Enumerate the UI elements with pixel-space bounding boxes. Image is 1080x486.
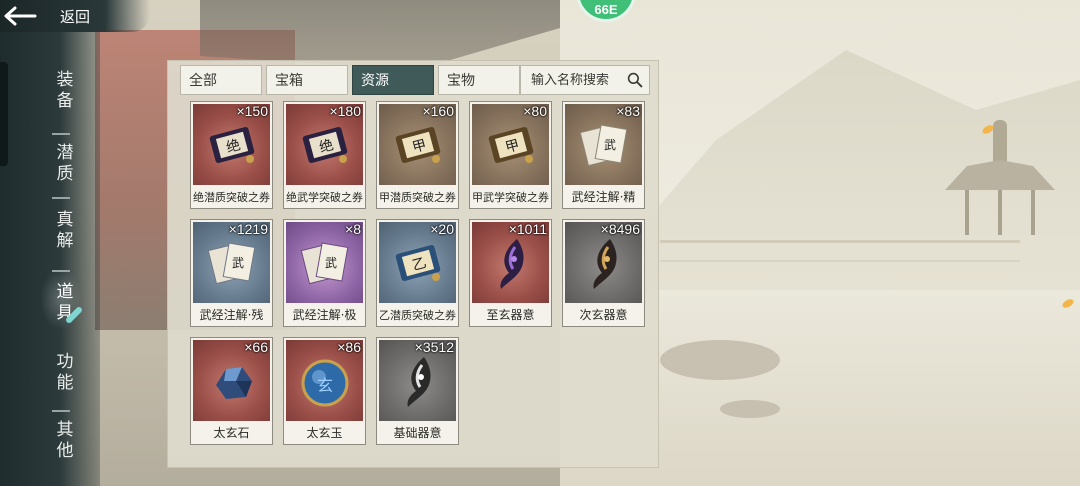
item-quantity: ×3512: [414, 339, 454, 355]
svg-text:武: 武: [325, 256, 337, 270]
item-slot[interactable]: 武 ×1219 武经注解·残: [190, 219, 273, 327]
nav-item-potential[interactable]: 潜质: [52, 143, 78, 185]
item-quantity: ×83: [616, 103, 640, 119]
nav-divider: [52, 270, 70, 272]
item-name: 武经注解·极: [284, 305, 365, 326]
item-slot[interactable]: ×1011 至玄器意: [469, 219, 552, 327]
item-quantity: ×160: [422, 103, 454, 119]
nav-item-equipment[interactable]: 装备: [52, 70, 78, 112]
item-quantity: ×1219: [228, 221, 268, 237]
back-arrow-icon: [0, 0, 40, 32]
tab-all[interactable]: 全部: [180, 65, 262, 95]
item-slot[interactable]: 甲 ×80 甲武学突破之券: [469, 101, 552, 209]
item-name: 甲潜质突破之券: [377, 187, 458, 208]
nav-item-true-solution[interactable]: 真解: [52, 210, 78, 252]
search-icon[interactable]: [627, 70, 643, 90]
item-quantity: ×150: [236, 103, 268, 119]
item-name: 次玄器意: [563, 305, 644, 326]
item-slot[interactable]: 玄 ×86 太玄玉: [283, 337, 366, 445]
svg-text:武: 武: [604, 138, 616, 152]
item-quantity: ×8: [345, 221, 361, 237]
tab-resources[interactable]: 资源: [352, 65, 434, 95]
side-nav: [0, 0, 100, 486]
search-input[interactable]: [531, 72, 627, 88]
nav-divider: [52, 410, 70, 412]
tab-treasures[interactable]: 宝物: [438, 65, 520, 95]
item-name: 甲武学突破之券: [470, 187, 551, 208]
item-slot[interactable]: ×3512 基础器意: [376, 337, 459, 445]
item-quantity: ×20: [430, 221, 454, 237]
item-quantity: ×86: [337, 339, 361, 355]
item-slot[interactable]: ×66 太玄石: [190, 337, 273, 445]
background-pavilion: [945, 120, 1055, 240]
item-quantity: ×66: [244, 339, 268, 355]
item-name: 至玄器意: [470, 305, 551, 326]
item-name: 太玄石: [191, 423, 272, 444]
item-slot[interactable]: 武 ×8 武经注解·极: [283, 219, 366, 327]
nav-divider: [52, 133, 70, 135]
background-rock: [660, 340, 780, 380]
item-quantity: ×180: [329, 103, 361, 119]
item-slot[interactable]: 甲 ×160 甲潜质突破之券: [376, 101, 459, 209]
tab-chests[interactable]: 宝箱: [266, 65, 348, 95]
item-slot[interactable]: ×8496 次玄器意: [562, 219, 645, 327]
item-quantity: ×80: [523, 103, 547, 119]
nav-item-other[interactable]: 其他: [52, 420, 78, 462]
item-quantity: ×1011: [508, 221, 547, 237]
search-box: [520, 65, 650, 95]
item-name: 绝潜质突破之券: [191, 187, 272, 208]
inventory-panel: 全部 宝箱 资源 宝物 绝 ×150 绝潜质突破之券: [167, 60, 659, 468]
nav-divider: [52, 197, 70, 199]
item-name: 太玄玉: [284, 423, 365, 444]
item-quantity: ×8496: [600, 221, 640, 237]
background-rock: [720, 400, 780, 418]
svg-text:武: 武: [232, 256, 244, 270]
category-tabs: 全部 宝箱 资源 宝物: [180, 65, 520, 95]
item-slot[interactable]: 乙 ×20 乙潜质突破之券: [376, 219, 459, 327]
item-slot[interactable]: 武 ×83 武经注解·精: [562, 101, 645, 209]
nav-item-functions[interactable]: 功能: [52, 352, 78, 394]
background-bridge: [660, 240, 1020, 262]
back-label: 返回: [60, 7, 91, 26]
item-name: 乙潜质突破之券: [377, 305, 458, 326]
side-nav-handle[interactable]: [0, 62, 8, 166]
item-name: 武经注解·精: [563, 187, 644, 208]
item-name: 绝武学突破之券: [284, 187, 365, 208]
item-slot[interactable]: 绝 ×150 绝潜质突破之券: [190, 101, 273, 209]
top-badge[interactable]: 66E: [576, 0, 636, 22]
back-button[interactable]: 返回: [0, 0, 150, 32]
item-name: 基础器意: [377, 423, 458, 444]
item-name: 武经注解·残: [191, 305, 272, 326]
top-badge-text: 66E: [594, 2, 618, 17]
svg-text:玄: 玄: [317, 376, 333, 395]
item-slot[interactable]: 绝 ×180 绝武学突破之券: [283, 101, 366, 209]
item-grid: 绝 ×150 绝潜质突破之券 绝 ×180 绝武学突破之券 甲 ×160 甲潜质…: [190, 101, 645, 445]
